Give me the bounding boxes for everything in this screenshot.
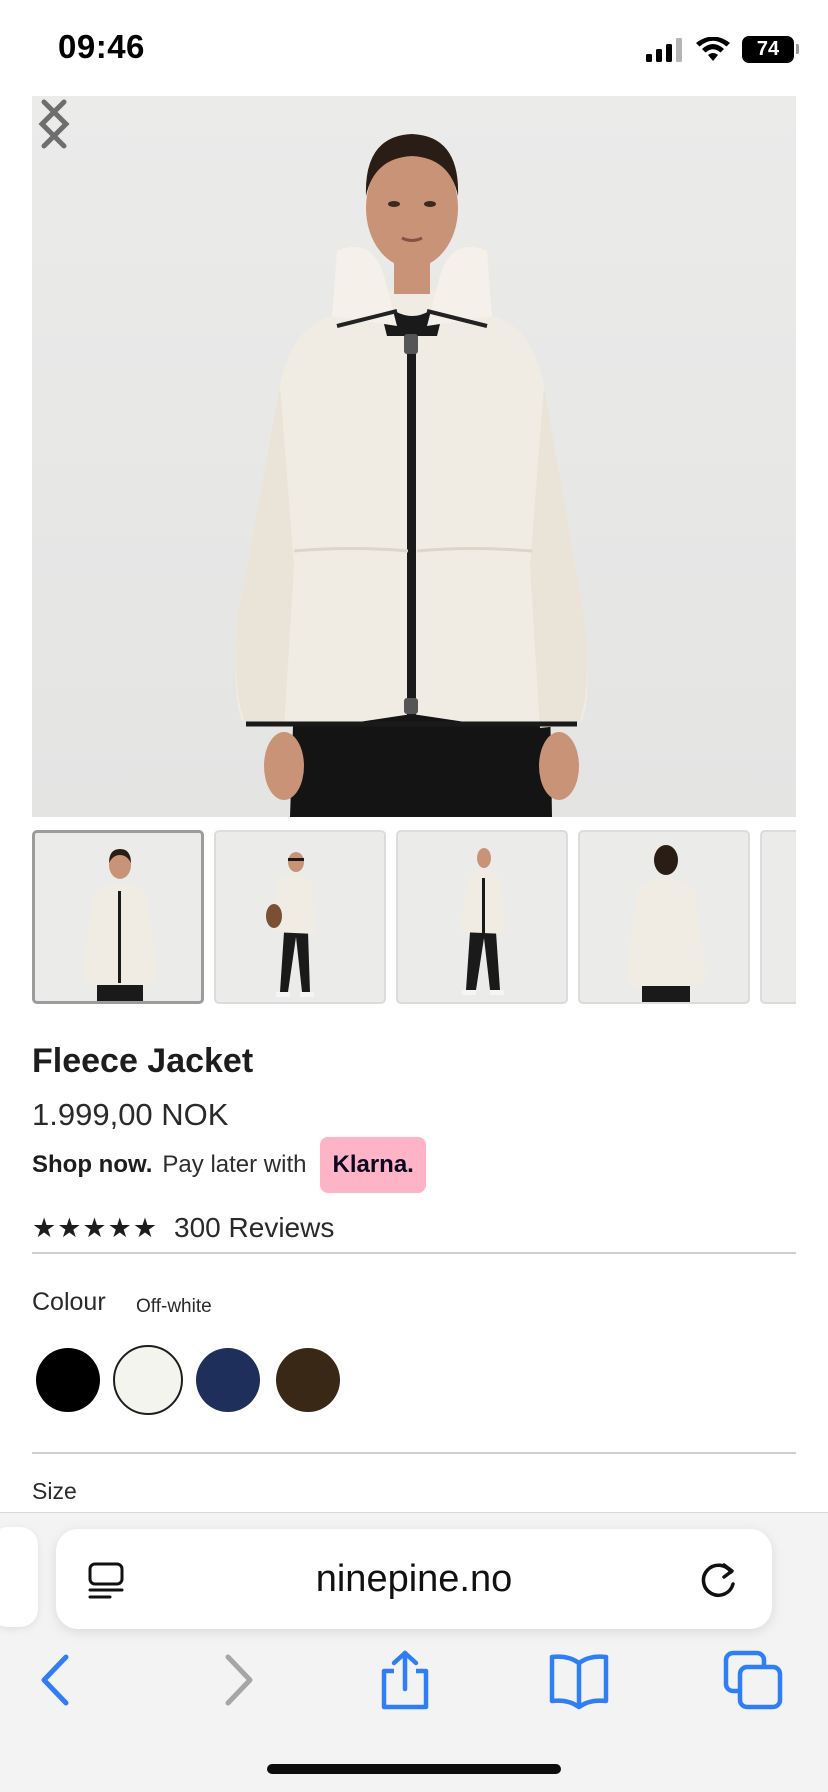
klarna-logo[interactable]: Klarna. — [320, 1137, 426, 1193]
thumbnail-strip — [32, 830, 796, 1004]
reviews-count: 300 Reviews — [174, 1212, 335, 1243]
back-view-thumbnail[interactable] — [578, 830, 750, 1004]
home-indicator — [267, 1764, 561, 1774]
previous-tab-card[interactable] — [0, 1527, 38, 1627]
colour-swatch-off-white[interactable] — [113, 1345, 183, 1415]
tabs-icon[interactable] — [722, 1649, 784, 1711]
pay-later-text: Pay later with — [162, 1151, 307, 1178]
forward-icon[interactable] — [206, 1649, 268, 1711]
reviews-link[interactable]: ★★★★★ 300 Reviews — [32, 1208, 334, 1248]
status-bar: 09:46 74 — [0, 0, 828, 96]
fleece-jacket-front-photo — [235, 134, 588, 817]
klarna-promo: Shop now. Pay later with Klarna. — [32, 1137, 426, 1193]
partial-thumbnail[interactable] — [760, 830, 796, 1004]
side-view-with-bag-thumbnail[interactable] — [214, 830, 386, 1004]
colour-label: Colour — [32, 1288, 106, 1316]
status-time: 09:46 — [58, 28, 145, 65]
wifi-icon — [696, 36, 730, 61]
front-view-thumbnail[interactable] — [32, 830, 204, 1004]
product-price: 1.999,00 NOK — [32, 1097, 229, 1132]
share-icon[interactable] — [374, 1649, 436, 1711]
page-menu-icon[interactable] — [86, 1561, 126, 1601]
back-icon[interactable] — [26, 1649, 88, 1711]
url-text[interactable]: ninepine.no — [56, 1529, 772, 1629]
bookmarks-icon[interactable] — [548, 1649, 610, 1711]
star-rating-icon: ★★★★★ — [32, 1212, 159, 1243]
colour-swatch-brown[interactable] — [276, 1348, 340, 1412]
chevron-right-icon[interactable] — [32, 96, 76, 152]
product-title: Fleece Jacket — [32, 1042, 254, 1080]
colour-value: Off-white — [136, 1296, 212, 1317]
divider — [32, 1252, 796, 1254]
address-bar[interactable]: ninepine.no — [56, 1529, 772, 1629]
cellular-signal-icon — [646, 37, 682, 62]
browser-toolbar: ninepine.no — [0, 1512, 828, 1792]
colour-swatch-navy[interactable] — [196, 1348, 260, 1412]
full-body-front-thumbnail[interactable] — [396, 830, 568, 1004]
status-icons: 74 — [646, 36, 799, 63]
divider — [32, 1452, 796, 1454]
shop-now-text: Shop now. — [32, 1151, 153, 1178]
battery-icon: 74 — [742, 36, 799, 63]
product-main-image[interactable] — [32, 96, 796, 817]
reload-icon[interactable] — [698, 1559, 740, 1601]
size-label: Size — [32, 1478, 77, 1504]
colour-swatch-black[interactable] — [36, 1348, 100, 1412]
